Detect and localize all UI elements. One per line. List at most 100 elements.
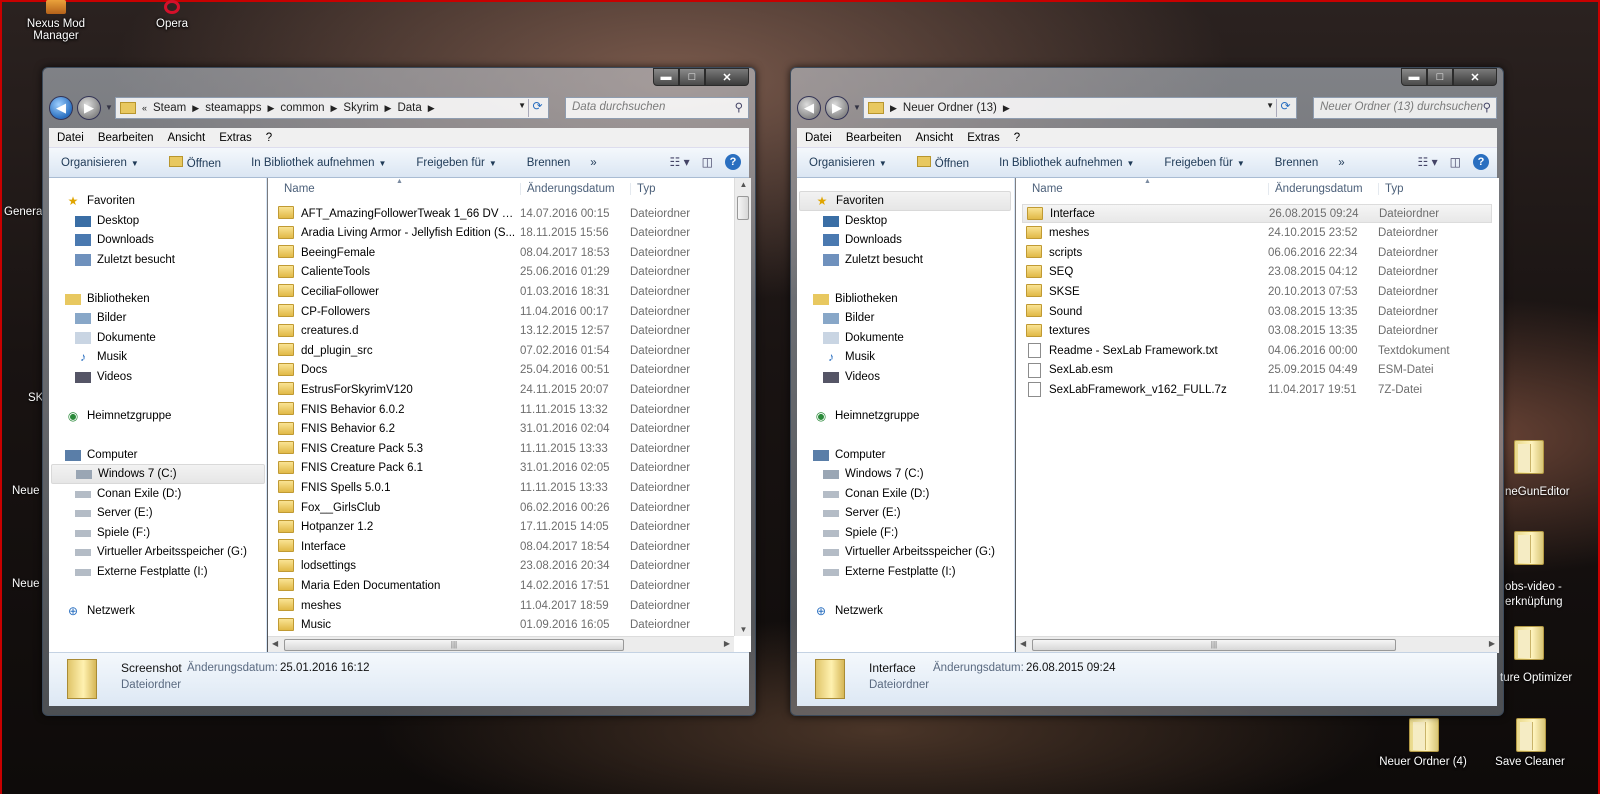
- file-row[interactable]: BeeingFemale 08.04.2017 18:53 Dateiordner: [274, 243, 724, 262]
- minimize-button[interactable]: ▬: [653, 68, 679, 86]
- chevron-right-icon[interactable]: ▶: [267, 103, 274, 114]
- breadcrumb-steam[interactable]: Steam: [153, 102, 186, 114]
- maximize-button[interactable]: □: [679, 68, 705, 86]
- horizontal-scrollbar[interactable]: ◀ ||| ▶: [1016, 636, 1499, 653]
- file-row[interactable]: FNIS Behavior 6.0.2 11.11.2015 13:32 Datei…: [274, 400, 724, 419]
- scroll-down-arrow[interactable]: ▼: [735, 625, 752, 634]
- nav-libraries[interactable]: Bibliotheken: [813, 289, 898, 309]
- scroll-thumb[interactable]: |||: [1032, 639, 1396, 651]
- forward-button[interactable]: ▶: [77, 96, 101, 120]
- nav-homegroup[interactable]: ◉ Heimnetzgruppe: [65, 406, 172, 426]
- file-row[interactable]: SEQ 23.08.2015 04:12 Dateiordner: [1022, 263, 1492, 282]
- help-icon[interactable]: ?: [725, 154, 741, 170]
- nav-videos[interactable]: Videos: [75, 367, 132, 387]
- column-name[interactable]: Name: [1026, 183, 1063, 195]
- burn-button[interactable]: Brennen: [527, 157, 570, 169]
- menu-help[interactable]: ?: [1014, 132, 1020, 144]
- search-input[interactable]: Neuer Ordner (13) durchsuchen ⚲: [1313, 97, 1497, 119]
- file-row[interactable]: Aradia Living Armor - Jellyfish Edition …: [274, 224, 724, 243]
- minimize-button[interactable]: ▬: [1401, 68, 1427, 86]
- nav-recent[interactable]: Zuletzt besucht: [823, 250, 923, 270]
- close-button[interactable]: ✕: [1453, 68, 1497, 86]
- file-row[interactable]: dd_plugin_src 07.02.2016 01:54 Dateiordner: [274, 341, 724, 360]
- chevron-right-icon[interactable]: ▶: [192, 103, 199, 114]
- nav-drive-g[interactable]: Virtueller Arbeitsspeicher (G:): [75, 542, 247, 562]
- file-row[interactable]: FNIS Spells 5.0.1 11.11.2015 13:33 Dateior…: [274, 478, 724, 497]
- file-row[interactable]: AFT_AmazingFollowerTweak 1_66 DV FE i...…: [274, 204, 724, 223]
- scroll-right-arrow[interactable]: ▶: [724, 639, 730, 648]
- back-button[interactable]: ◀: [49, 96, 73, 120]
- address-bar[interactable]: ▶ Neuer Ordner (13) ▶ ▼ ⟳: [863, 97, 1297, 119]
- preview-pane-icon[interactable]: ◫: [702, 155, 713, 169]
- file-row[interactable]: FNIS Behavior 6.2 31.01.2016 02:04 Dateior…: [274, 420, 724, 439]
- file-row[interactable]: SexLabFramework_v162_FULL.7z 11.04.2017 1…: [1022, 380, 1492, 399]
- file-row[interactable]: Fox__GirlsClub 06.02.2016 00:26 Dateiordne…: [274, 498, 724, 517]
- scroll-right-arrow[interactable]: ▶: [1489, 639, 1495, 648]
- more-commands-button[interactable]: »: [590, 157, 596, 169]
- nav-drive-f[interactable]: Spiele (F:): [823, 523, 898, 543]
- chevron-down-icon[interactable]: ▼: [518, 101, 526, 110]
- desktop-label-partial[interactable]: obs-video -: [1505, 581, 1562, 593]
- open-button[interactable]: Öffnen: [168, 155, 221, 170]
- menu-help[interactable]: ?: [266, 132, 272, 144]
- nav-drive-i[interactable]: Externe Festplatte (I:): [823, 562, 956, 582]
- file-row[interactable]: FNIS Creature Pack 5.3 11.11.2015 13:33 Da…: [274, 439, 724, 458]
- scroll-left-arrow[interactable]: ◀: [1020, 639, 1026, 648]
- nav-drive-e[interactable]: Server (E:): [823, 503, 901, 523]
- desktop-icon-save-cleaner[interactable]: Save Cleaner: [1482, 712, 1578, 768]
- overflow-chevron-icon[interactable]: «: [142, 103, 147, 113]
- file-row[interactable]: CeciliaFollower 01.03.2016 18:31 Dateiordn…: [274, 282, 724, 301]
- scroll-thumb[interactable]: [737, 196, 749, 220]
- column-date[interactable]: Änderungsdatum: [520, 183, 615, 195]
- horizontal-scrollbar[interactable]: ◀ ||| ▶: [268, 636, 734, 653]
- breadcrumb-data[interactable]: Data: [397, 102, 421, 114]
- nav-drive-c[interactable]: Windows 7 (C:): [823, 464, 924, 484]
- nav-favorites[interactable]: ★ Favoriten: [799, 191, 1011, 211]
- desktop-label-partial[interactable]: Genera: [4, 206, 42, 218]
- nav-drive-e[interactable]: Server (E:): [75, 503, 153, 523]
- nav-music[interactable]: ♪ Musik: [823, 347, 875, 367]
- chevron-right-icon[interactable]: ▶: [385, 103, 392, 114]
- file-row[interactable]: meshes 11.04.2017 18:59 Dateiordner: [274, 596, 724, 615]
- refresh-icon[interactable]: ⟳: [528, 99, 546, 117]
- preview-pane-icon[interactable]: ◫: [1450, 155, 1461, 169]
- file-row[interactable]: lodsettings 23.08.2016 20:34 Dateiordner: [274, 557, 724, 576]
- file-row[interactable]: creatures.d 13.12.2015 12:57 Dateiordner: [274, 322, 724, 341]
- nav-drive-d[interactable]: Conan Exile (D:): [75, 484, 181, 504]
- file-row[interactable]: meshes 24.10.2015 23:52 Dateiordner: [1022, 224, 1492, 243]
- nav-libraries[interactable]: Bibliotheken: [65, 289, 150, 309]
- menu-extras[interactable]: Extras: [967, 132, 1000, 144]
- file-row[interactable]: Interface 26.08.2015 09:24 Dateiordner: [1022, 204, 1492, 223]
- desktop-icon-neuer-ordner-4[interactable]: Neuer Ordner (4): [1375, 712, 1471, 768]
- file-row[interactable]: scripts 06.06.2016 22:34 Dateiordner: [1022, 243, 1492, 262]
- nav-favorites[interactable]: ★ Favoriten: [65, 191, 135, 211]
- nav-network[interactable]: ⊕ Netzwerk: [65, 601, 135, 621]
- view-options-icon[interactable]: ☷ ▾: [1418, 155, 1438, 169]
- nav-network[interactable]: ⊕ Netzwerk: [813, 601, 883, 621]
- refresh-icon[interactable]: ⟳: [1276, 99, 1294, 117]
- file-row[interactable]: CalienteTools 25.06.2016 01:29 Dateiordner: [274, 263, 724, 282]
- share-with-button[interactable]: Freigeben für ▼: [1164, 157, 1244, 169]
- desktop-folder-icon-partial[interactable]: [1512, 434, 1544, 478]
- desktop-label-partial[interactable]: ture Optimizer: [1500, 672, 1572, 684]
- chevron-right-icon[interactable]: ▶: [1003, 103, 1010, 114]
- desktop-folder-icon-partial[interactable]: [1512, 620, 1544, 664]
- burn-button[interactable]: Brennen: [1275, 157, 1318, 169]
- chevron-down-icon[interactable]: ▼: [1266, 101, 1274, 110]
- open-button[interactable]: Öffnen: [916, 155, 969, 170]
- breadcrumb-skyrim[interactable]: Skyrim: [343, 102, 378, 114]
- nav-recent[interactable]: Zuletzt besucht: [75, 250, 175, 270]
- organize-button[interactable]: Organisieren ▼: [809, 157, 887, 169]
- address-bar[interactable]: « Steam ▶ steamapps ▶ common ▶ Skyrim ▶ Data…: [115, 97, 549, 119]
- menu-bearbeiten[interactable]: Bearbeiten: [846, 132, 902, 144]
- search-icon[interactable]: ⚲: [735, 100, 743, 114]
- view-options-icon[interactable]: ☷ ▾: [670, 155, 690, 169]
- search-input[interactable]: Data durchsuchen ⚲: [565, 97, 749, 119]
- menu-extras[interactable]: Extras: [219, 132, 252, 144]
- nav-downloads[interactable]: Downloads: [823, 230, 902, 250]
- share-with-button[interactable]: Freigeben für ▼: [416, 157, 496, 169]
- scroll-thumb[interactable]: |||: [284, 639, 624, 651]
- more-commands-button[interactable]: »: [1338, 157, 1344, 169]
- organize-button[interactable]: Organisieren ▼: [61, 157, 139, 169]
- nav-computer[interactable]: Computer: [65, 445, 138, 465]
